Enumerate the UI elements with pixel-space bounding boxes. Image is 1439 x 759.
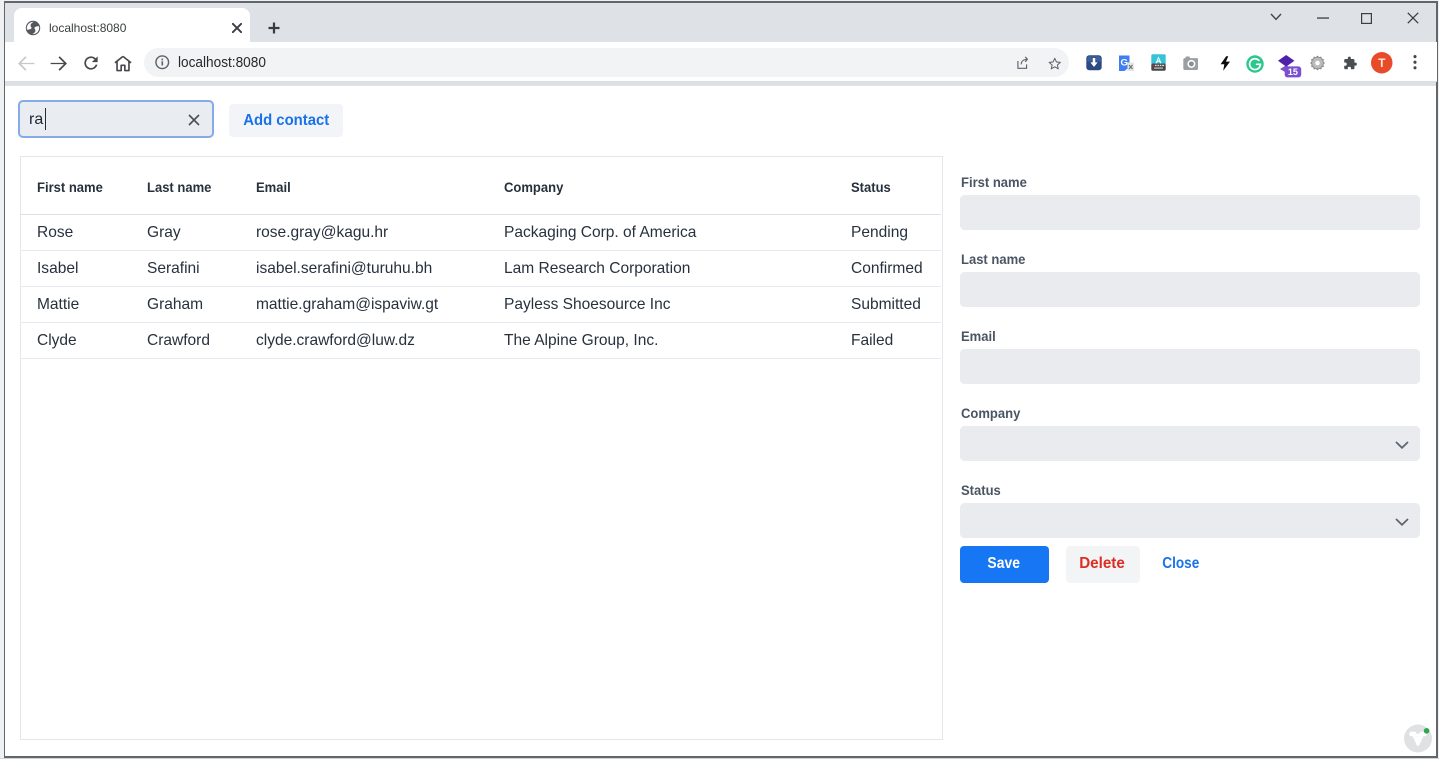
- svg-text:T: T: [1378, 56, 1386, 70]
- svg-text:15: 15: [1287, 67, 1297, 77]
- svg-text:G: G: [1120, 57, 1127, 68]
